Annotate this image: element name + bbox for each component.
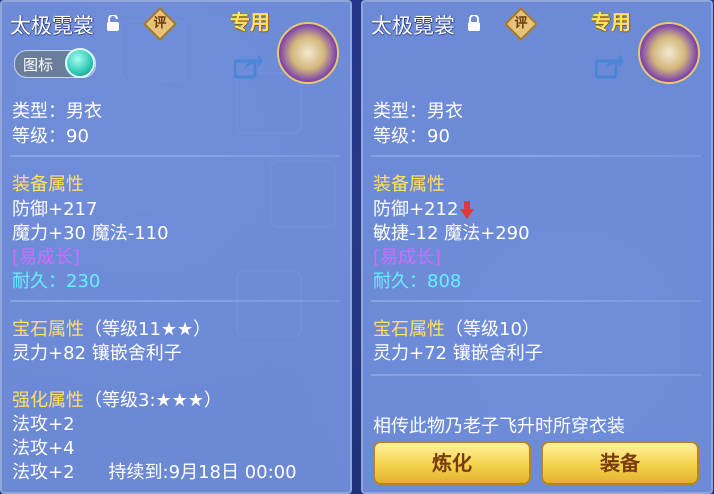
rate-badge-icon[interactable]: 评 [143, 7, 177, 41]
enhance-header-line: 强化属性（等级3:★★★） [12, 386, 222, 412]
enhance-duration: 持续到:9月18日 00:00 [108, 462, 297, 483]
special-label: 专用 [230, 10, 270, 34]
enhance-header: 强化属性 [12, 390, 84, 411]
growth-tag: [易成长] [12, 247, 81, 268]
toggle-knob[interactable] [65, 48, 95, 78]
equip-attr-header: 装备属性 [373, 174, 445, 195]
item-lore: 相传此物乃老子飞升时所穿衣装 [373, 416, 625, 437]
durability-line: 耐久：808 [373, 267, 461, 293]
growth-tag: [易成长] [373, 247, 442, 268]
gem-header-line: 宝石属性（等级11★★） [12, 315, 211, 341]
divider [371, 155, 701, 157]
refine-button[interactable]: 炼化 [373, 441, 531, 485]
divider [371, 300, 701, 302]
share-icon[interactable] [234, 53, 264, 79]
enhance-stat-3-line: 法攻+2 持续到:9月18日 00:00 [12, 458, 297, 484]
item-tooltip-left: 太极霓裳 评 专用 图标 类型：男衣 等级：90 装备属性 防御+217 魔力+… [0, 0, 352, 494]
level-line: 等级：90 [373, 126, 450, 147]
special-label: 专用 [591, 10, 631, 34]
unlocked-lock-icon[interactable] [106, 15, 120, 31]
down-arrow-icon [460, 201, 475, 219]
gem-effect: 灵力+72 镶嵌舍利子 [373, 343, 543, 364]
item-tooltip-right: 太极霓裳 评 专用 类型：男衣 等级：90 装备属性 防御+212 敏捷-12 … [361, 0, 713, 494]
durability-label: 耐久： [12, 271, 66, 292]
icon-toggle[interactable]: 图标 [14, 48, 96, 78]
toggle-label: 图标 [23, 56, 54, 74]
type-line: 类型：男衣 [12, 101, 102, 122]
agility-stat: 敏捷-12 魔法+290 [373, 223, 530, 244]
enhance-stat-3: 法攻+2 [12, 462, 75, 483]
defense-stat: 防御+217 [12, 199, 98, 220]
divider [10, 300, 340, 302]
enhance-stat-2: 法攻+4 [12, 438, 75, 459]
item-title: 太极霓裳 [10, 14, 94, 38]
gem-header: 宝石属性 [12, 319, 84, 340]
item-title: 太极霓裳 [371, 14, 455, 38]
type-line: 类型：男衣 [373, 101, 463, 122]
durability-line: 耐久：230 [12, 267, 100, 293]
durability-value: 230 [66, 271, 101, 292]
divider [10, 155, 340, 157]
equip-attr-header: 装备属性 [12, 174, 84, 195]
gem-level: （等级11★★） [84, 319, 212, 340]
locked-lock-icon[interactable] [467, 15, 481, 31]
rate-badge-icon[interactable]: 评 [504, 7, 538, 41]
magic-stat: 魔力+30 魔法-110 [12, 223, 169, 244]
character-portrait-icon [277, 22, 339, 84]
durability-value: 808 [427, 271, 462, 292]
enhance-level: （等级3:★★★） [84, 390, 222, 411]
gem-effect: 灵力+82 镶嵌舍利子 [12, 343, 182, 364]
divider [371, 374, 701, 376]
durability-label: 耐久： [373, 271, 427, 292]
defense-stat: 防御+212 [373, 199, 459, 220]
gem-header: 宝石属性 [373, 319, 445, 340]
enhance-stat-1: 法攻+2 [12, 414, 75, 435]
gem-level: （等级10） [445, 319, 540, 340]
level-line: 等级：90 [12, 126, 89, 147]
character-portrait-icon [638, 22, 700, 84]
gem-header-line: 宝石属性（等级10） [373, 315, 540, 341]
defense-line: 防御+212 [373, 195, 475, 221]
share-icon[interactable] [595, 53, 625, 79]
equip-button[interactable]: 装备 [541, 441, 699, 485]
